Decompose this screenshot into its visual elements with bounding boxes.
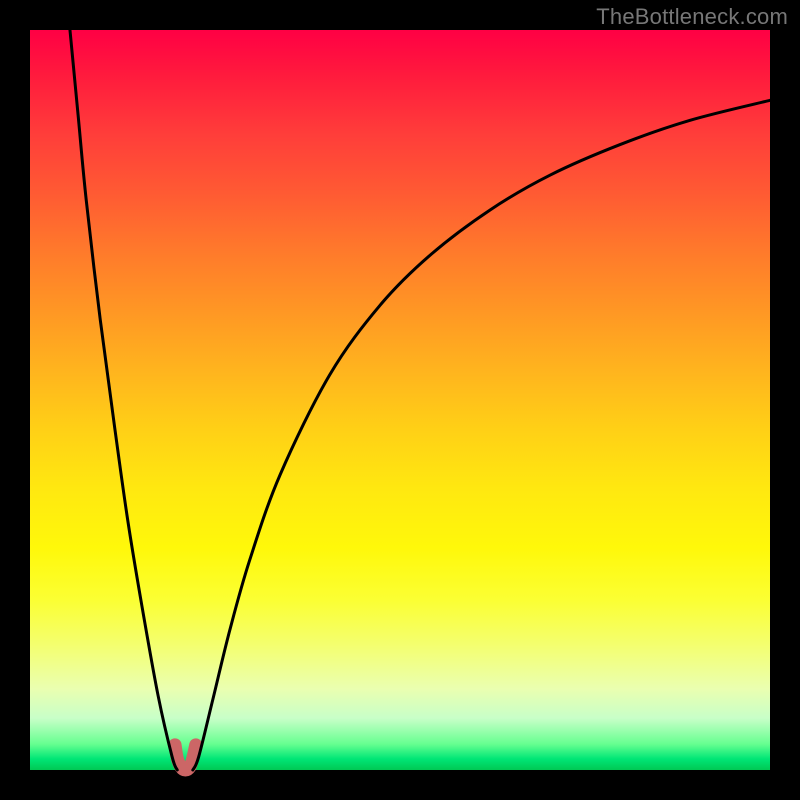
left-branch-path — [70, 30, 177, 770]
chart-frame: TheBottleneck.com — [0, 0, 800, 800]
chart-plot-area — [30, 30, 770, 770]
valley-marker-path — [175, 745, 196, 770]
right-branch-path — [193, 100, 770, 770]
chart-svg — [30, 30, 770, 770]
watermark-text: TheBottleneck.com — [596, 4, 788, 30]
